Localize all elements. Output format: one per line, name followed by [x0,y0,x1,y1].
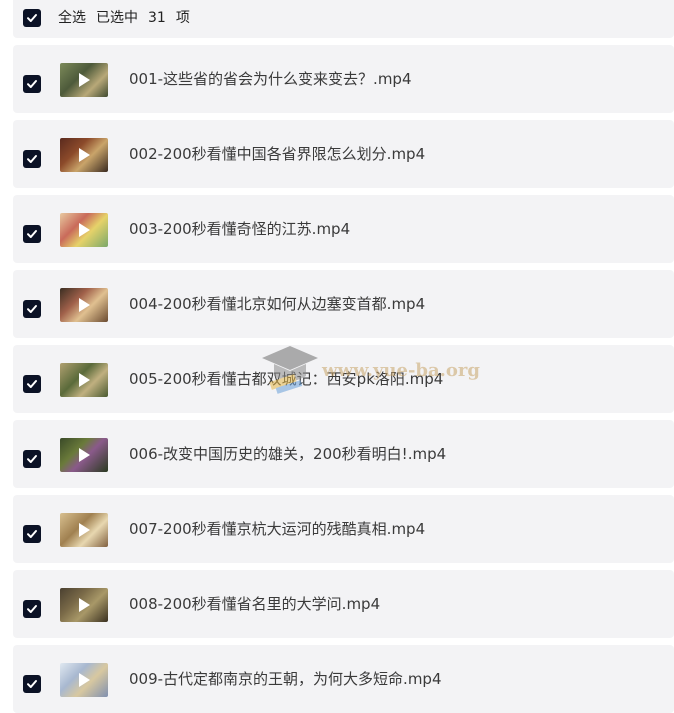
play-icon [79,523,90,537]
check-icon [27,530,37,538]
check-icon [27,605,37,613]
selected-prefix: 已选中 [96,10,138,26]
file-checkbox[interactable] [23,225,41,243]
file-name[interactable]: 005-200秒看懂古都双城记：西安pk洛阳.mp4 [129,369,443,389]
check-icon [27,80,37,88]
file-checkbox[interactable] [23,300,41,318]
check-icon [27,14,37,22]
video-thumbnail[interactable] [60,363,108,397]
video-thumbnail[interactable] [60,288,108,322]
file-checkbox[interactable] [23,150,41,168]
video-thumbnail[interactable] [60,63,108,97]
selected-count: 31 [148,10,166,26]
video-thumbnail[interactable] [60,213,108,247]
file-name[interactable]: 006-改变中国历史的雄关，200秒看明白!.mp4 [129,444,446,464]
file-row[interactable]: 007-200秒看懂京杭大运河的残酷真相.mp4 [13,495,674,563]
select-all-bar: 全选 已选中 31 项 [13,0,674,38]
file-checkbox[interactable] [23,75,41,93]
video-thumbnail[interactable] [60,513,108,547]
play-icon [79,298,90,312]
video-thumbnail[interactable] [60,438,108,472]
file-checkbox[interactable] [23,450,41,468]
file-checkbox[interactable] [23,675,41,693]
play-icon [79,223,90,237]
file-name[interactable]: 003-200秒看懂奇怪的江苏.mp4 [129,219,350,239]
file-name[interactable]: 004-200秒看懂北京如何从边塞变首都.mp4 [129,294,425,314]
select-all-label[interactable]: 全选 [58,10,86,26]
file-row[interactable]: 006-改变中国历史的雄关，200秒看明白!.mp4 [13,420,674,488]
check-icon [27,680,37,688]
check-icon [27,305,37,313]
video-thumbnail[interactable] [60,588,108,622]
play-icon [79,148,90,162]
file-row[interactable]: 002-200秒看懂中国各省界限怎么划分.mp4 [13,120,674,188]
file-row[interactable]: 009-古代定都南京的王朝，为何大多短命.mp4 [13,645,674,713]
play-icon [79,373,90,387]
play-icon [79,448,90,462]
file-checkbox[interactable] [23,600,41,618]
selected-unit: 项 [175,10,190,26]
file-name[interactable]: 007-200秒看懂京杭大运河的残酷真相.mp4 [129,519,425,539]
file-row[interactable]: 005-200秒看懂古都双城记：西安pk洛阳.mp4 [13,345,674,413]
file-name[interactable]: 002-200秒看懂中国各省界限怎么划分.mp4 [129,144,425,164]
file-row[interactable]: 001-这些省的省会为什么变来变去？.mp4 [13,45,674,113]
play-icon [79,598,90,612]
file-row[interactable]: 004-200秒看懂北京如何从边塞变首都.mp4 [13,270,674,338]
file-name[interactable]: 009-古代定都南京的王朝，为何大多短命.mp4 [129,669,442,689]
play-icon [79,73,90,87]
check-icon [27,230,37,238]
file-checkbox[interactable] [23,375,41,393]
file-row[interactable]: 003-200秒看懂奇怪的江苏.mp4 [13,195,674,263]
selection-summary: 全选 已选中 31 项 [58,9,200,27]
check-icon [27,455,37,463]
file-checkbox[interactable] [23,525,41,543]
video-thumbnail[interactable] [60,138,108,172]
check-icon [27,380,37,388]
file-name[interactable]: 008-200秒看懂省名里的大学问.mp4 [129,594,380,614]
check-icon [27,155,37,163]
video-thumbnail[interactable] [60,663,108,697]
file-name[interactable]: 001-这些省的省会为什么变来变去？.mp4 [129,69,412,89]
select-all-checkbox[interactable] [23,9,41,27]
play-icon [79,673,90,687]
file-row[interactable]: 008-200秒看懂省名里的大学问.mp4 [13,570,674,638]
